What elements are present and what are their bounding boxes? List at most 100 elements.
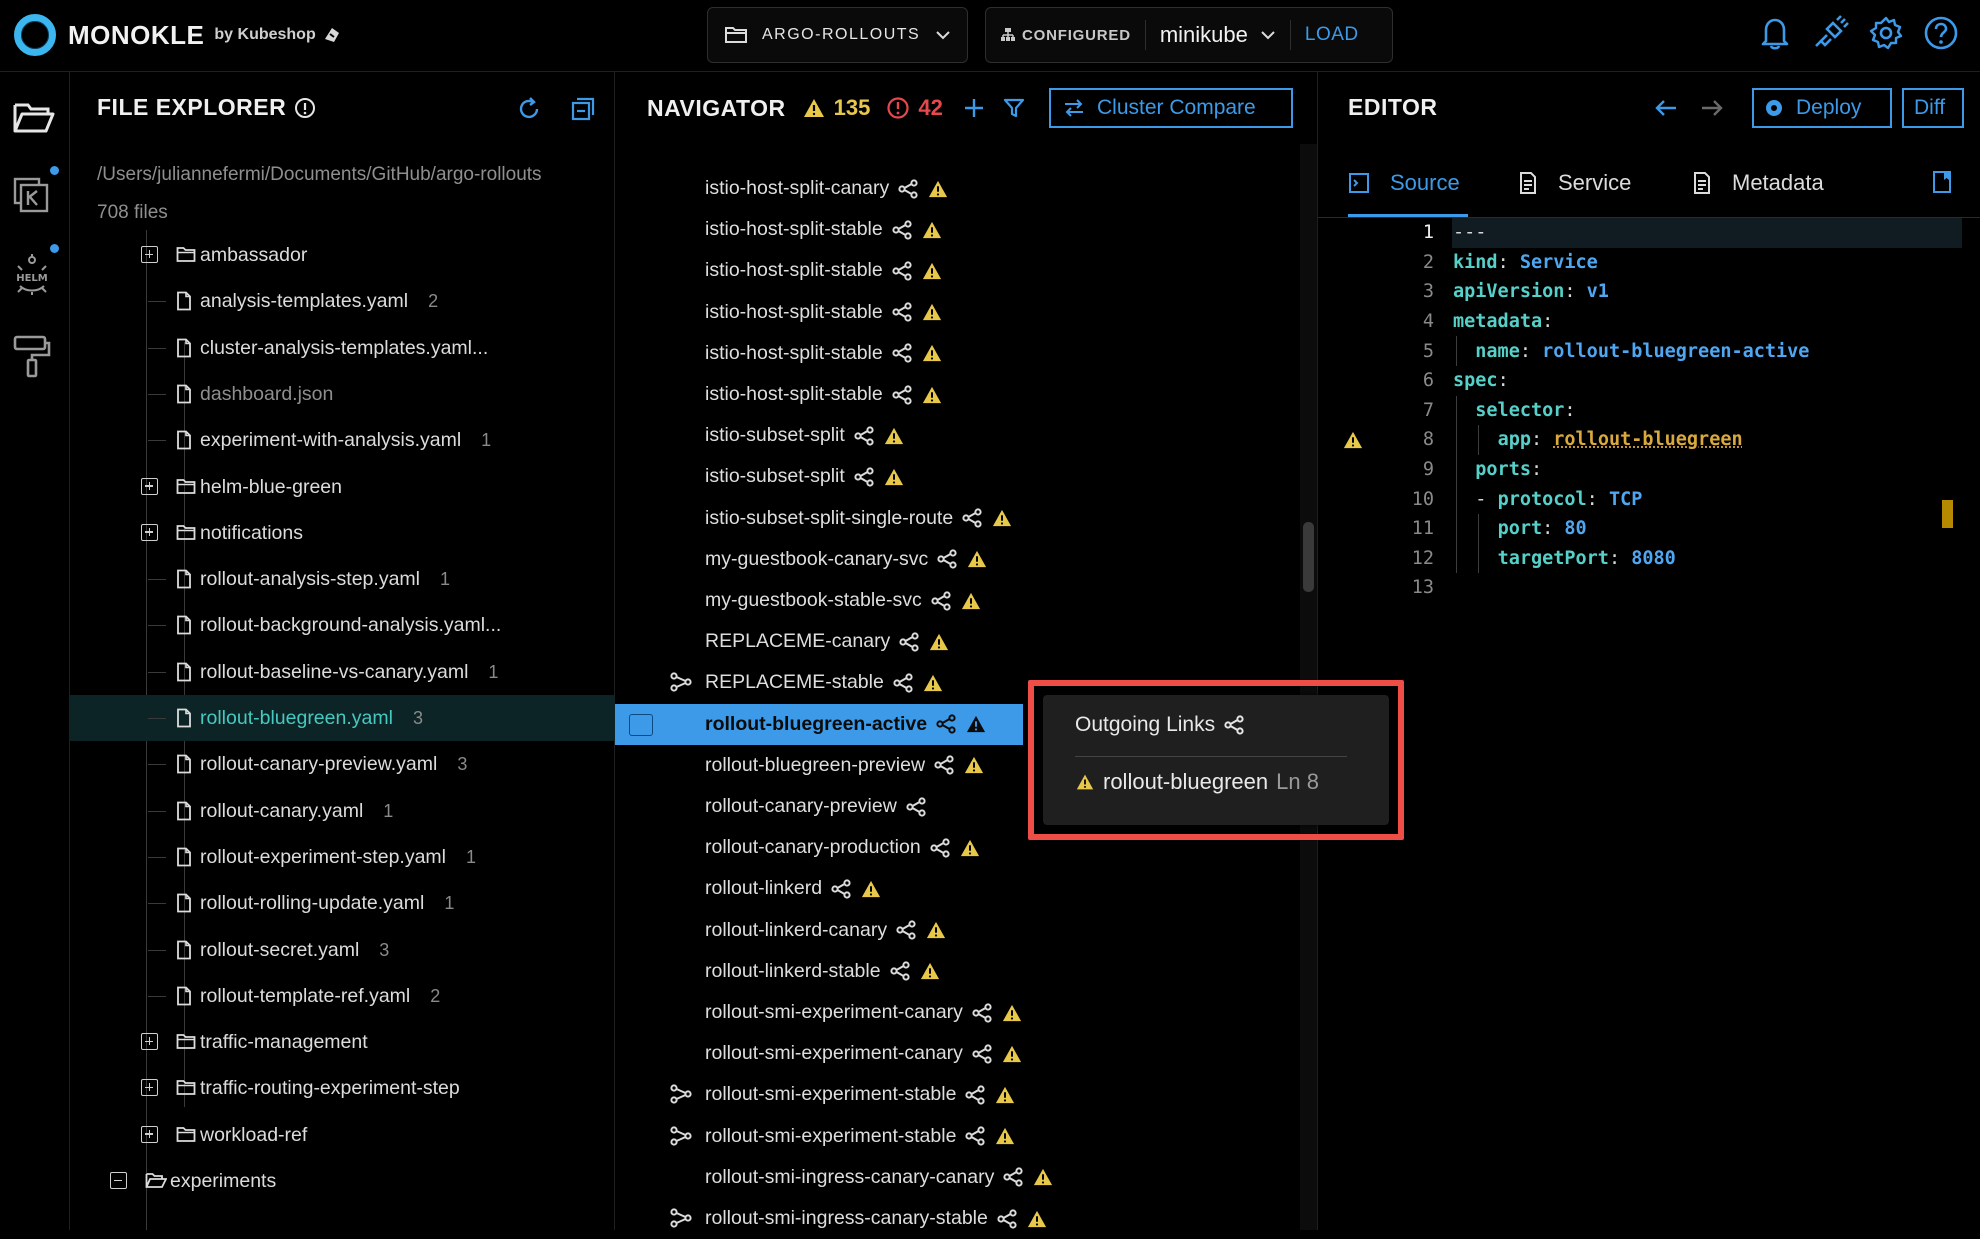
resource-item[interactable]: rollout-smi-experiment-canary (615, 1033, 1260, 1074)
outgoing-link-icon[interactable] (933, 755, 955, 775)
resource-item[interactable]: rollout-smi-experiment-stable (615, 1116, 1260, 1157)
file-item[interactable]: rollout-baseline-vs-canary.yaml 1 (70, 649, 615, 695)
warning-icon[interactable] (1026, 1209, 1048, 1229)
warning-icon[interactable] (860, 879, 882, 899)
warning-icon[interactable] (921, 343, 943, 363)
outgoing-link-icon[interactable] (830, 879, 852, 899)
back-arrow-icon[interactable] (1654, 98, 1678, 118)
resource-item[interactable]: rollout-linkerd-stable (615, 951, 1260, 992)
outgoing-link-icon[interactable] (898, 632, 920, 652)
collapse-all-icon[interactable] (570, 96, 596, 122)
resource-item[interactable]: istio-host-split-stable (615, 292, 1260, 333)
chevron-down-icon[interactable] (1260, 30, 1276, 40)
folder-item[interactable]: traffic-routing-experiment-step (70, 1065, 615, 1111)
help-icon[interactable] (1923, 15, 1959, 51)
warning-icon[interactable] (963, 755, 985, 775)
file-item[interactable]: rollout-analysis-step.yaml 1 (70, 556, 615, 602)
folder-icon[interactable] (12, 100, 56, 136)
file-item[interactable]: cluster-analysis-templates.yaml... (70, 325, 615, 371)
warning-count[interactable]: 135 (834, 95, 871, 121)
code-line[interactable]: 3 apiVersion: v1 (1318, 277, 1968, 307)
code-line[interactable]: 6 spec: (1318, 366, 1968, 396)
warning-icon[interactable] (921, 302, 943, 322)
folder-item[interactable]: workload-ref (70, 1112, 615, 1158)
folder-item[interactable]: ambassador (70, 232, 615, 278)
incoming-link-icon[interactable] (669, 1208, 693, 1228)
file-item[interactable]: rollout-canary-preview.yaml 3 (70, 741, 615, 787)
warning-icon[interactable] (960, 591, 982, 611)
warning-icon[interactable] (883, 426, 905, 446)
incoming-link-icon[interactable] (669, 1084, 693, 1104)
resource-item[interactable]: rollout-smi-experiment-canary (615, 992, 1260, 1033)
error-count[interactable]: 42 (918, 95, 942, 121)
code-line[interactable]: 9 ports: (1318, 455, 1968, 485)
warning-icon[interactable] (927, 179, 949, 199)
resource-item[interactable]: istio-host-split-stable (615, 374, 1260, 415)
folder-item[interactable]: traffic-management (70, 1019, 615, 1065)
project-selector[interactable]: ARGO-ROLLOUTS (707, 7, 968, 63)
warning-icon[interactable] (883, 467, 905, 487)
helm-icon[interactable]: HELM (12, 252, 52, 296)
kustomize-icon[interactable] (12, 176, 52, 216)
cluster-compare-button[interactable]: Cluster Compare (1049, 88, 1293, 128)
resource-item[interactable]: rollout-smi-ingress-canary-canary (615, 1157, 1260, 1198)
code-line[interactable]: 5 name: rollout-bluegreen-active (1318, 336, 1968, 366)
code-line[interactable]: 10 - protocol: TCP (1318, 484, 1968, 514)
resource-item[interactable]: my-guestbook-canary-svc (615, 539, 1260, 580)
incoming-link-icon[interactable] (669, 672, 693, 692)
code-line[interactable]: 13 (1318, 573, 1968, 603)
file-item[interactable]: rollout-template-ref.yaml 2 (70, 973, 615, 1019)
code-line[interactable]: 11 port: 80 (1318, 514, 1968, 544)
tab-metadata[interactable]: Metadata (1692, 170, 1824, 196)
expand-icon[interactable] (141, 523, 158, 541)
folder-item[interactable]: experiments (70, 1158, 615, 1204)
outgoing-link-icon[interactable] (889, 961, 911, 981)
warning-icon[interactable] (1342, 430, 1364, 450)
resource-item[interactable]: istio-subset-split-single-route (615, 498, 1260, 539)
expand-icon[interactable] (141, 246, 158, 263)
warning-icon[interactable] (959, 838, 981, 858)
outgoing-link-icon[interactable] (891, 302, 913, 322)
outgoing-link-icon[interactable] (895, 920, 917, 940)
outgoing-link-icon[interactable] (891, 261, 913, 281)
resource-item[interactable]: rollout-smi-ingress-canary-stable (615, 1198, 1260, 1239)
outgoing-link-icon[interactable] (892, 673, 914, 693)
file-item[interactable]: rollout-background-analysis.yaml... (70, 602, 615, 648)
paint-roller-icon[interactable] (12, 334, 52, 378)
outgoing-link-icon[interactable] (853, 467, 875, 487)
expand-icon[interactable] (141, 1033, 158, 1051)
expand-icon[interactable] (141, 477, 158, 495)
outgoing-link-item[interactable]: rollout-bluegreen Ln 8 (1075, 769, 1319, 795)
code-line[interactable]: 7 selector: (1318, 396, 1968, 426)
scrollbar-thumb[interactable] (1303, 522, 1314, 592)
outgoing-link-icon[interactable] (996, 1208, 1018, 1229)
warning-icon[interactable] (1001, 1044, 1023, 1064)
outgoing-link-icon[interactable] (935, 714, 957, 734)
folder-item[interactable]: notifications (70, 510, 615, 556)
outgoing-link-icon[interactable] (964, 1126, 986, 1146)
resource-item[interactable]: istio-host-split-stable (615, 250, 1260, 291)
outgoing-link-icon[interactable] (961, 508, 983, 528)
outgoing-link-icon[interactable] (964, 1085, 986, 1105)
warning-icon[interactable] (994, 1126, 1016, 1146)
refresh-icon[interactable] (516, 96, 542, 122)
resource-item[interactable]: my-guestbook-stable-svc (615, 580, 1260, 621)
file-item[interactable]: rollout-experiment-step.yaml 1 (70, 834, 615, 880)
cluster-name-dropdown[interactable]: minikube (1160, 22, 1248, 48)
outgoing-link-icon[interactable] (1002, 1167, 1024, 1187)
deploy-button[interactable]: Deploy (1752, 88, 1892, 128)
outgoing-link-icon[interactable] (929, 838, 951, 858)
outgoing-link-icon[interactable] (936, 549, 958, 569)
outgoing-link-icon[interactable] (891, 343, 913, 363)
warning-icon[interactable] (994, 1085, 1016, 1105)
file-item[interactable]: rollout-canary.yaml 1 (70, 788, 615, 834)
filter-icon[interactable] (1003, 97, 1025, 119)
resource-item[interactable]: istio-host-split-stable (615, 209, 1260, 250)
resource-item[interactable]: rollout-linkerd-canary (615, 910, 1260, 951)
file-item[interactable]: experiment-with-analysis.yaml 1 (70, 417, 615, 463)
resource-item[interactable]: istio-subset-split (615, 415, 1260, 456)
bookmark-icon[interactable] (1932, 170, 1952, 194)
info-icon[interactable] (294, 97, 316, 119)
forward-arrow-icon[interactable] (1700, 98, 1724, 118)
warning-icon[interactable] (921, 385, 943, 405)
